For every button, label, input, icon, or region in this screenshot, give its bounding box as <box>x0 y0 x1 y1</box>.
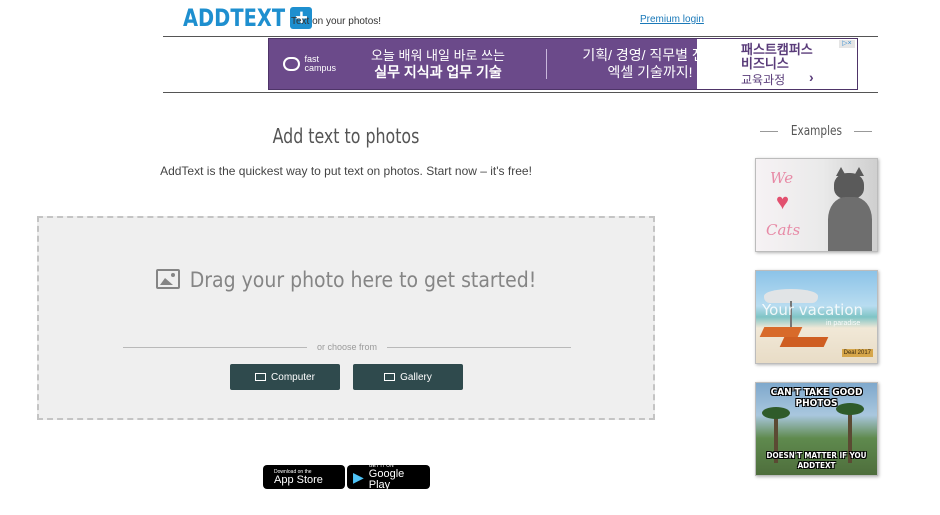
logo-text: ADDTEXT <box>183 4 286 32</box>
example2-sub-text: in paradise <box>826 320 861 327</box>
ad-cta-title: 패스트캠퍼스 비즈니스 <box>741 43 813 71</box>
page-subtitle: AddText is the quickest way to put text … <box>160 164 532 178</box>
heart-icon: ♥ <box>776 189 790 214</box>
ad-headline: 오늘 배워 내일 바로 쓰는 실무 지식과 업무 기술 <box>348 48 528 80</box>
computer-button[interactable]: Computer <box>230 364 340 390</box>
or-choose-text: or choose from <box>316 342 378 352</box>
image-icon <box>384 373 396 381</box>
examples-heading-text: Examples <box>790 124 842 139</box>
example1-top-text: We <box>770 169 794 187</box>
ad-line1: 오늘 배워 내일 바로 쓰는 <box>370 48 506 63</box>
photo-dropzone[interactable]: Drag your photo here to get started! or … <box>37 216 655 420</box>
image-icon <box>155 269 180 289</box>
beach-chair <box>779 337 829 347</box>
heading-line-left <box>760 131 778 132</box>
example3-top-text: CAN'T TAKE GOOD PHOTOS <box>770 387 863 409</box>
ad-cta-panel[interactable]: 패스트캠퍼스 비즈니스 교육과정 › <box>697 39 857 89</box>
beach-chair <box>759 327 803 337</box>
example3-bottom-line2: ADDTEXT <box>797 461 836 470</box>
cat-body <box>828 197 872 251</box>
ad-cta-line3: 교육과정 <box>741 73 786 87</box>
chevron-right-icon: › <box>809 69 814 85</box>
examples-heading: Examples <box>760 124 872 139</box>
monitor-icon <box>255 373 267 381</box>
play-icon: ▶ <box>353 468 364 485</box>
dropzone-prompt: Drag your photo here to get started! <box>39 268 653 292</box>
header-divider-top <box>163 36 878 37</box>
dropzone-text: Drag your photo here to get started! <box>189 268 537 292</box>
example-thumbnail-cats[interactable]: We ♥ Cats <box>755 158 878 252</box>
divider-line-left <box>123 346 307 348</box>
fastcampus-icon <box>283 57 300 71</box>
app-store-badge[interactable]: Download on the App Store <box>263 465 345 489</box>
heading-line-right <box>854 131 872 132</box>
premium-login-link[interactable]: Premium login <box>640 14 704 25</box>
example1-bottom-text: Cats <box>766 221 801 239</box>
gallery-button[interactable]: Gallery <box>353 364 463 390</box>
example3-bottom-text: DOESN'T MATTER IF YOU ADDTEXT <box>756 451 877 471</box>
google-play-badge[interactable]: ▶ GET IT ON Google Play <box>347 463 430 491</box>
gallery-button-label: Gallery <box>400 371 432 383</box>
adchoices-icon[interactable]: ▷× <box>839 40 855 48</box>
example2-tag: Deal 2017 <box>841 349 873 357</box>
example3-bottom-line1: DOESN'T MATTER IF YOU <box>766 451 867 460</box>
ad-cta-line2: 비즈니스 <box>741 56 789 71</box>
divider-line-right <box>387 346 571 348</box>
computer-button-label: Computer <box>271 371 315 383</box>
ad-cta-line1: 패스트캠퍼스 <box>741 42 813 57</box>
cat-head <box>834 173 864 199</box>
tagline: Text on your photos! <box>291 16 382 27</box>
example-thumbnail-vacation[interactable]: Your vacation in paradise Deal 2017 <box>755 270 878 364</box>
ad-separator <box>546 49 547 79</box>
appstore-big-text: App Store <box>274 473 323 486</box>
example-thumbnail-meme[interactable]: CAN'T TAKE GOOD PHOTOS DOESN'T MATTER IF… <box>755 382 878 476</box>
ad-banner[interactable]: fast campus 오늘 배워 내일 바로 쓰는 실무 지식과 업무 기술 … <box>268 38 858 90</box>
ad-line2: 실무 지식과 업무 기술 <box>374 64 502 80</box>
example2-main-text: Your vacation <box>762 301 864 319</box>
header-divider-bottom <box>163 92 878 93</box>
or-choose-divider: or choose from <box>123 342 571 352</box>
google-big-text: Google Play <box>368 468 405 491</box>
ad-brand-text: fast campus <box>304 54 337 73</box>
page-title: Add text to photos <box>272 124 420 148</box>
ad-brand-logo: fast campus <box>269 55 348 73</box>
